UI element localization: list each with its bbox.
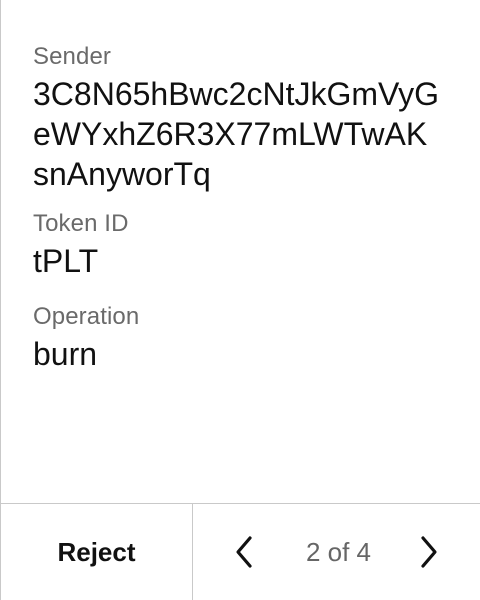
transaction-review-screen: Sender 3C8N65hBwc2cNtJkGmVyGeWYxhZ6R3X77… bbox=[0, 0, 480, 600]
page-indicator: 2 of 4 bbox=[291, 504, 386, 600]
sender-address: 3C8N65hBwc2cNtJkGmVyGeWYxhZ6R3X77mLWTwAK… bbox=[33, 76, 440, 192]
sender-field: Sender 3C8N65hBwc2cNtJkGmVyGeWYxhZ6R3X77… bbox=[33, 42, 463, 194]
navigation-footer: Reject 2 of 4 bbox=[1, 503, 480, 600]
page-indicator-text: 2 of 4 bbox=[305, 536, 372, 567]
sender-label: Sender bbox=[33, 43, 111, 70]
reject-button[interactable]: Reject bbox=[1, 504, 193, 600]
chevron-left-icon bbox=[236, 536, 252, 568]
pager: 2 of 4 bbox=[193, 504, 480, 600]
operation-label: Operation bbox=[33, 303, 140, 330]
next-page-button[interactable] bbox=[411, 534, 447, 570]
operation-value: burn bbox=[33, 336, 98, 372]
previous-page-button[interactable] bbox=[226, 534, 262, 570]
transaction-details: Sender 3C8N65hBwc2cNtJkGmVyGeWYxhZ6R3X77… bbox=[33, 42, 463, 374]
operation-field: Operation burn bbox=[33, 302, 463, 374]
chevron-right-icon bbox=[421, 536, 437, 568]
token-id-value: tPLT bbox=[33, 243, 99, 279]
token-id-field: Token ID tPLT bbox=[33, 209, 463, 281]
token-id-label: Token ID bbox=[33, 210, 129, 237]
